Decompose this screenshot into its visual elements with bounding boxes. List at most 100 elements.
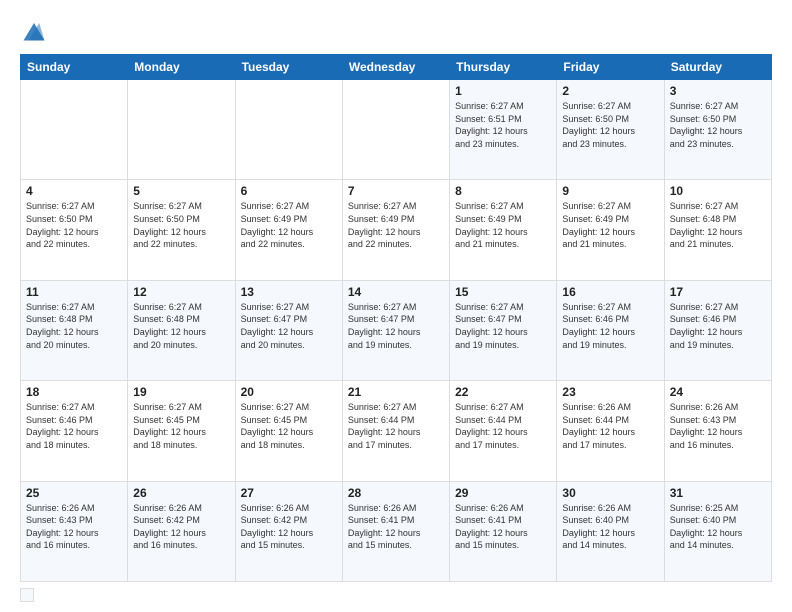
- day-number: 9: [562, 184, 658, 198]
- day-info: Sunrise: 6:26 AMSunset: 6:41 PMDaylight:…: [455, 502, 551, 552]
- day-info: Sunrise: 6:26 AMSunset: 6:44 PMDaylight:…: [562, 401, 658, 451]
- day-number: 24: [670, 385, 766, 399]
- calendar-cell: 6 Sunrise: 6:27 AMSunset: 6:49 PMDaylight…: [235, 180, 342, 280]
- legend-box: [20, 588, 34, 602]
- day-info: Sunrise: 6:26 AMSunset: 6:43 PMDaylight:…: [670, 401, 766, 451]
- calendar-cell: 17 Sunrise: 6:27 AMSunset: 6:46 PMDayligh…: [664, 280, 771, 380]
- calendar-cell: [235, 80, 342, 180]
- day-number: 20: [241, 385, 337, 399]
- calendar-cell: 3Sunrise: 6:27 AMSunset: 6:50 PMDaylight…: [664, 80, 771, 180]
- calendar-cell: 10 Sunrise: 6:27 AMSunset: 6:48 PMDayligh…: [664, 180, 771, 280]
- day-number: 1: [455, 84, 551, 98]
- calendar-cell: 26 Sunrise: 6:26 AMSunset: 6:42 PMDayligh…: [128, 481, 235, 581]
- day-info: Sunrise: 6:27 AMSunset: 6:46 PMDaylight:…: [670, 301, 766, 351]
- day-info: Sunrise: 6:27 AMSunset: 6:50 PMDaylight:…: [670, 100, 766, 150]
- calendar-cell: [21, 80, 128, 180]
- day-info: Sunrise: 6:27 AMSunset: 6:50 PMDaylight:…: [133, 200, 229, 250]
- calendar-cell: [128, 80, 235, 180]
- calendar-cell: 19 Sunrise: 6:27 AMSunset: 6:45 PMDayligh…: [128, 381, 235, 481]
- header-monday: Monday: [128, 55, 235, 80]
- day-number: 26: [133, 486, 229, 500]
- day-number: 10: [670, 184, 766, 198]
- header: [20, 16, 772, 44]
- day-info: Sunrise: 6:27 AMSunset: 6:47 PMDaylight:…: [241, 301, 337, 351]
- day-number: 22: [455, 385, 551, 399]
- day-info: Sunrise: 6:27 AMSunset: 6:49 PMDaylight:…: [455, 200, 551, 250]
- day-number: 8: [455, 184, 551, 198]
- day-info: Sunrise: 6:27 AMSunset: 6:46 PMDaylight:…: [26, 401, 122, 451]
- calendar-cell: 4 Sunrise: 6:27 AMSunset: 6:50 PMDaylight…: [21, 180, 128, 280]
- calendar-cell: 5Sunrise: 6:27 AMSunset: 6:50 PMDaylight…: [128, 180, 235, 280]
- day-number: 27: [241, 486, 337, 500]
- calendar-week-0: 1 Sunrise: 6:27 AMSunset: 6:51 PMDaylight…: [21, 80, 772, 180]
- day-number: 31: [670, 486, 766, 500]
- calendar-cell: [342, 80, 449, 180]
- calendar-cell: 24 Sunrise: 6:26 AMSunset: 6:43 PMDayligh…: [664, 381, 771, 481]
- day-info: Sunrise: 6:25 AMSunset: 6:40 PMDaylight:…: [670, 502, 766, 552]
- header-thursday: Thursday: [450, 55, 557, 80]
- day-number: 21: [348, 385, 444, 399]
- calendar-cell: 21 Sunrise: 6:27 AMSunset: 6:44 PMDayligh…: [342, 381, 449, 481]
- calendar-cell: 22 Sunrise: 6:27 AMSunset: 6:44 PMDayligh…: [450, 381, 557, 481]
- day-info: Sunrise: 6:27 AMSunset: 6:48 PMDaylight:…: [26, 301, 122, 351]
- day-number: 15: [455, 285, 551, 299]
- calendar-header: Sunday Monday Tuesday Wednesday Thursday…: [21, 55, 772, 80]
- day-number: 28: [348, 486, 444, 500]
- day-info: Sunrise: 6:26 AMSunset: 6:42 PMDaylight:…: [241, 502, 337, 552]
- day-info: Sunrise: 6:27 AMSunset: 6:50 PMDaylight:…: [26, 200, 122, 250]
- day-number: 18: [26, 385, 122, 399]
- calendar-cell: 27 Sunrise: 6:26 AMSunset: 6:42 PMDayligh…: [235, 481, 342, 581]
- day-info: Sunrise: 6:27 AMSunset: 6:49 PMDaylight:…: [562, 200, 658, 250]
- legend: [20, 588, 772, 602]
- day-number: 12: [133, 285, 229, 299]
- calendar-week-4: 25 Sunrise: 6:26 AMSunset: 6:43 PMDayligh…: [21, 481, 772, 581]
- day-number: 6: [241, 184, 337, 198]
- day-number: 13: [241, 285, 337, 299]
- day-number: 23: [562, 385, 658, 399]
- calendar-cell: 18 Sunrise: 6:27 AMSunset: 6:46 PMDayligh…: [21, 381, 128, 481]
- day-number: 4: [26, 184, 122, 198]
- calendar-cell: 1 Sunrise: 6:27 AMSunset: 6:51 PMDaylight…: [450, 80, 557, 180]
- day-number: 19: [133, 385, 229, 399]
- day-number: 7: [348, 184, 444, 198]
- day-info: Sunrise: 6:27 AMSunset: 6:44 PMDaylight:…: [348, 401, 444, 451]
- day-number: 30: [562, 486, 658, 500]
- calendar-cell: 8 Sunrise: 6:27 AMSunset: 6:49 PMDaylight…: [450, 180, 557, 280]
- day-number: 14: [348, 285, 444, 299]
- logo-icon: [20, 16, 48, 44]
- day-info: Sunrise: 6:27 AMSunset: 6:48 PMDaylight:…: [670, 200, 766, 250]
- day-number: 25: [26, 486, 122, 500]
- day-info: Sunrise: 6:27 AMSunset: 6:44 PMDaylight:…: [455, 401, 551, 451]
- calendar-body: 1 Sunrise: 6:27 AMSunset: 6:51 PMDaylight…: [21, 80, 772, 582]
- day-number: 17: [670, 285, 766, 299]
- day-info: Sunrise: 6:27 AMSunset: 6:45 PMDaylight:…: [241, 401, 337, 451]
- calendar-cell: 30Sunrise: 6:26 AMSunset: 6:40 PMDayligh…: [557, 481, 664, 581]
- logo: [20, 16, 52, 44]
- calendar-cell: 28Sunrise: 6:26 AMSunset: 6:41 PMDayligh…: [342, 481, 449, 581]
- day-info: Sunrise: 6:26 AMSunset: 6:42 PMDaylight:…: [133, 502, 229, 552]
- calendar-cell: 23 Sunrise: 6:26 AMSunset: 6:44 PMDayligh…: [557, 381, 664, 481]
- header-tuesday: Tuesday: [235, 55, 342, 80]
- calendar-cell: 25 Sunrise: 6:26 AMSunset: 6:43 PMDayligh…: [21, 481, 128, 581]
- day-info: Sunrise: 6:27 AMSunset: 6:49 PMDaylight:…: [348, 200, 444, 250]
- day-info: Sunrise: 6:26 AMSunset: 6:43 PMDaylight:…: [26, 502, 122, 552]
- day-number: 11: [26, 285, 122, 299]
- calendar-week-3: 18 Sunrise: 6:27 AMSunset: 6:46 PMDayligh…: [21, 381, 772, 481]
- day-number: 2: [562, 84, 658, 98]
- day-info: Sunrise: 6:27 AMSunset: 6:47 PMDaylight:…: [348, 301, 444, 351]
- day-number: 16: [562, 285, 658, 299]
- calendar-table: Sunday Monday Tuesday Wednesday Thursday…: [20, 54, 772, 582]
- calendar-week-2: 11 Sunrise: 6:27 AMSunset: 6:48 PMDayligh…: [21, 280, 772, 380]
- calendar-cell: 2Sunrise: 6:27 AMSunset: 6:50 PMDaylight…: [557, 80, 664, 180]
- day-info: Sunrise: 6:27 AMSunset: 6:49 PMDaylight:…: [241, 200, 337, 250]
- calendar-cell: 16Sunrise: 6:27 AMSunset: 6:46 PMDayligh…: [557, 280, 664, 380]
- header-wednesday: Wednesday: [342, 55, 449, 80]
- header-sunday: Sunday: [21, 55, 128, 80]
- calendar-cell: 13 Sunrise: 6:27 AMSunset: 6:47 PMDayligh…: [235, 280, 342, 380]
- day-info: Sunrise: 6:27 AMSunset: 6:45 PMDaylight:…: [133, 401, 229, 451]
- day-info: Sunrise: 6:27 AMSunset: 6:51 PMDaylight:…: [455, 100, 551, 150]
- days-of-week-row: Sunday Monday Tuesday Wednesday Thursday…: [21, 55, 772, 80]
- calendar-cell: 31 Sunrise: 6:25 AMSunset: 6:40 PMDayligh…: [664, 481, 771, 581]
- day-number: 29: [455, 486, 551, 500]
- calendar-week-1: 4 Sunrise: 6:27 AMSunset: 6:50 PMDaylight…: [21, 180, 772, 280]
